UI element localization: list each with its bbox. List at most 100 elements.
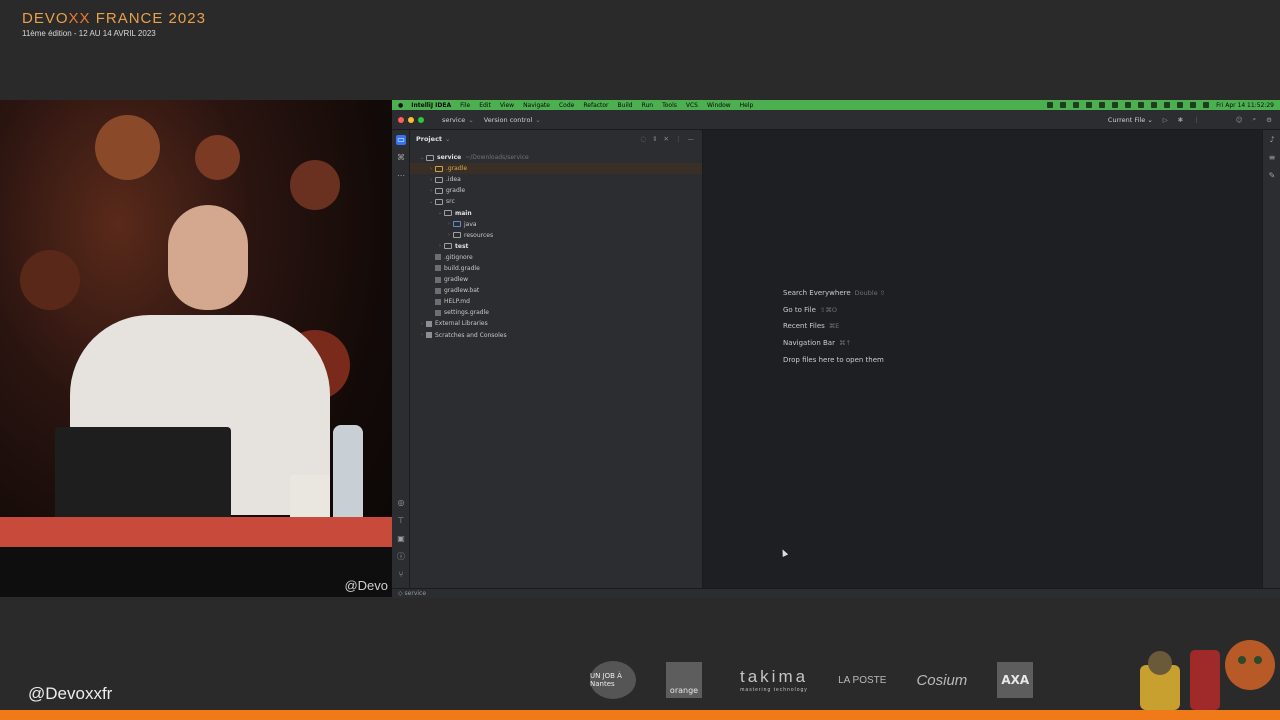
tray-app-icon[interactable] [1073,102,1080,108]
editor-empty-area[interactable]: Search Everywhere Double ⇧ Go to File ⇧⌘O Re… [703,130,1262,588]
project-tree-row[interactable]: › External Libraries [410,318,702,329]
search-icon[interactable]: ⌕ [1253,115,1257,124]
battery-icon[interactable] [1177,102,1184,108]
menubar-clock[interactable]: Fri Apr 14 11:52:29 [1216,102,1274,109]
database-icon[interactable]: ≡ [1267,153,1277,163]
debug-icon[interactable]: ✱ [1178,116,1183,124]
menu-tools[interactable]: Tools [662,102,677,109]
project-tree-row[interactable]: settings.gradle [410,307,702,318]
settings-gear-icon[interactable]: ⚙ [1266,116,1272,124]
volume-icon[interactable] [1164,102,1171,108]
tree-expand-icon[interactable]: › [427,166,435,172]
tree-expand-icon[interactable]: › [418,321,426,327]
tree-item-label: Scratches and Consoles [435,331,507,339]
terminal-icon[interactable]: ▣ [396,534,406,544]
account-icon[interactable]: ☺ [1236,116,1243,124]
close-window-button[interactable] [398,116,404,123]
tray-app-icon[interactable] [1112,102,1119,108]
project-tree-row[interactable]: › .idea [410,174,702,185]
conference-header: DEVOXX FRANCE 2023 11ème édition - 12 AU… [22,10,206,38]
minimize-window-button[interactable] [408,116,414,123]
menu-run[interactable]: Run [642,102,654,109]
hint-label: Drop files here to open them [783,355,884,364]
tray-app-icon[interactable] [1138,102,1145,108]
menu-help[interactable]: Help [740,102,754,109]
project-tree-row[interactable]: ⌄ main [410,207,702,218]
apple-icon[interactable]: ● [398,102,403,109]
menu-app-name[interactable]: IntelliJ IDEA [411,102,451,109]
run-icon[interactable]: ▷ [1163,116,1168,124]
menu-edit[interactable]: Edit [479,102,491,109]
tray-app-icon[interactable] [1086,102,1093,108]
project-tree-row[interactable]: › java [410,219,702,230]
tree-expand-icon[interactable]: › [445,232,453,238]
menu-window[interactable]: Window [707,102,731,109]
project-tree-row[interactable]: HELP.md [410,296,702,307]
project-tree-row[interactable]: › Scratches and Consoles [410,330,702,341]
tree-expand-icon[interactable]: › [418,332,426,338]
sponsor-logos: UN JOB À Nantes orange takima mastering t… [590,658,1034,702]
project-folder-icon[interactable]: ▭ [396,135,406,145]
project-tree-row[interactable]: gradlew.bat [410,285,702,296]
project-tree-row[interactable]: › gradle [410,185,702,196]
tree-item-label: resources [464,231,494,239]
tree-expand-icon[interactable]: › [436,243,444,249]
status-breadcrumb[interactable]: ◇ service [398,590,426,597]
git-branch-icon[interactable]: ⑂ [396,570,406,580]
tray-app-icon[interactable] [1060,102,1067,108]
backdrop-donut [195,135,240,180]
hide-panel-icon[interactable]: — [688,135,695,143]
sponsor-nantes-logo: UN JOB À Nantes [590,661,636,699]
tree-expand-icon[interactable]: ⌄ [418,155,426,161]
structure-icon[interactable]: ⌘ [396,153,406,163]
project-tree-row[interactable]: › .gradle [410,163,702,175]
project-tree-row[interactable]: ⌄ service ~/Downloads/service [410,152,702,163]
run-config-selector[interactable]: Current File ⌄ [1108,116,1153,124]
menu-vcs[interactable]: VCS [686,102,698,109]
stage-floor [0,547,392,597]
file-icon [435,265,441,272]
project-tree-row[interactable]: › resources [410,230,702,241]
tree-expand-icon[interactable]: › [427,177,435,183]
tray-app-icon[interactable] [1047,102,1054,108]
menu-refactor[interactable]: Refactor [583,102,608,109]
wifi-icon[interactable] [1190,102,1197,108]
zoom-window-button[interactable] [418,116,424,123]
tree-item-label: External Libraries [435,320,488,328]
menu-build[interactable]: Build [618,102,633,109]
tree-expand-icon[interactable]: ⌄ [427,199,435,205]
tree-expand-icon[interactable]: ⌄ [436,210,444,216]
notifications-bell-icon[interactable]: ♪ [1267,135,1277,145]
menu-code[interactable]: Code [559,102,574,109]
ai-assistant-icon[interactable]: ✎ [1267,171,1277,181]
project-panel-title[interactable]: Project [416,135,442,143]
build-hammer-icon[interactable]: ⊤ [396,516,406,526]
more-tools-icon[interactable]: ⋯ [396,171,406,181]
project-panel-header: Project ⌄ ◌ ⇕ ✕ ⋮ — [410,130,702,148]
project-tree-row[interactable]: › test [410,241,702,252]
project-selector[interactable]: service ⌄ [442,116,474,124]
project-tree-row[interactable]: gradlew [410,274,702,285]
expand-all-icon[interactable]: ⇕ [652,135,657,143]
collapse-all-icon[interactable]: ✕ [664,135,669,143]
menu-view[interactable]: View [500,102,514,109]
tree-expand-icon[interactable]: › [445,221,453,227]
menu-navigate[interactable]: Navigate [523,102,550,109]
tree-expand-icon[interactable]: › [427,188,435,194]
locate-file-icon[interactable]: ◌ [640,135,646,143]
menu-file[interactable]: File [460,102,470,109]
bluetooth-icon[interactable] [1151,102,1158,108]
control-center-icon[interactable] [1203,102,1210,108]
chevron-down-icon[interactable]: ⌄ [445,135,450,143]
more-actions-icon[interactable]: ⋮ [1193,116,1200,124]
project-tree-row[interactable]: build.gradle [410,263,702,274]
project-tree-row[interactable]: .gitignore [410,252,702,263]
conference-title: DEVOXX FRANCE 2023 [22,10,206,27]
vcs-selector[interactable]: Version control ⌄ [484,116,541,124]
project-tree-row[interactable]: ⌄ src [410,196,702,207]
problems-icon[interactable]: ⓘ [396,552,406,562]
options-icon[interactable]: ⋮ [675,135,682,143]
services-icon[interactable]: ◎ [396,498,406,508]
tray-app-icon[interactable] [1099,102,1106,108]
tray-app-icon[interactable] [1125,102,1132,108]
